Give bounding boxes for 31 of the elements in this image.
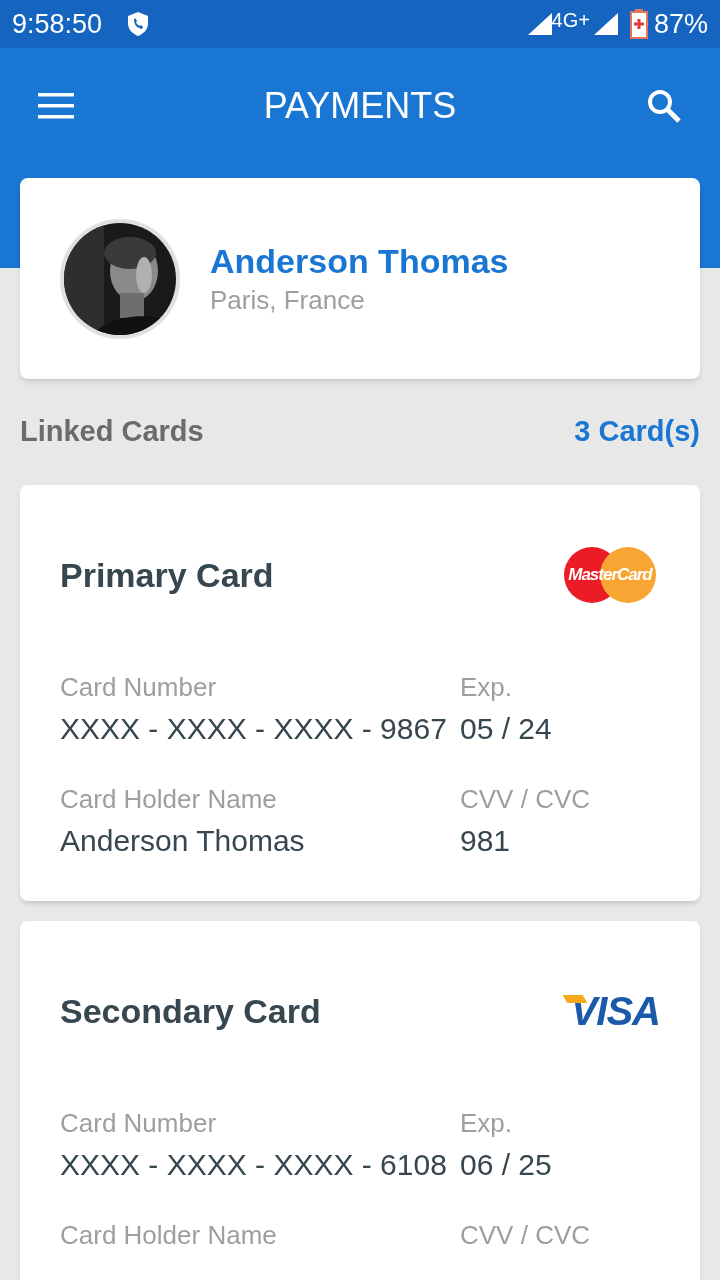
- field-value: Anderson Thomas: [60, 823, 306, 859]
- visa-logo: VISA: [564, 989, 660, 1033]
- network-type: 4G+: [551, 8, 590, 33]
- section-title: Linked Cards: [20, 414, 204, 450]
- field-label: Exp.: [460, 671, 514, 704]
- menu-icon[interactable]: [38, 93, 74, 119]
- field-label: Card Holder Name: [60, 1219, 278, 1252]
- status-time: 9:58:50: [12, 7, 103, 41]
- signal-icon: [593, 13, 618, 35]
- page-title: PAYMENTS: [263, 84, 457, 128]
- field-label: CVV / CVC: [460, 1219, 592, 1252]
- search-icon[interactable]: [646, 88, 682, 124]
- card-title: Primary Card: [60, 554, 274, 596]
- field-value: 981: [460, 823, 512, 859]
- battery-percent: 87%: [653, 7, 708, 41]
- card-count: 3 Card(s): [574, 414, 700, 450]
- card-title: Secondary Card: [60, 990, 321, 1032]
- profile-name: Anderson Thomas: [210, 240, 509, 282]
- field-value: 05 / 24: [460, 711, 553, 747]
- field-value: XXXX - XXXX - XXXX - 6108: [60, 1147, 448, 1183]
- field-label: Card Holder Name: [60, 783, 278, 816]
- battery-icon: [629, 9, 648, 39]
- field-label: CVV / CVC: [460, 783, 592, 816]
- profile-location: Paris, France: [210, 283, 366, 317]
- field-label: Card Number: [60, 671, 218, 704]
- field-label: Card Number: [60, 1107, 218, 1140]
- field-label: Exp.: [460, 1107, 514, 1140]
- shield-phone-icon: [126, 11, 151, 37]
- field-value: 06 / 25: [460, 1147, 553, 1183]
- field-value: XXXX - XXXX - XXXX - 9867: [60, 711, 448, 747]
- signal-icon: [527, 13, 552, 35]
